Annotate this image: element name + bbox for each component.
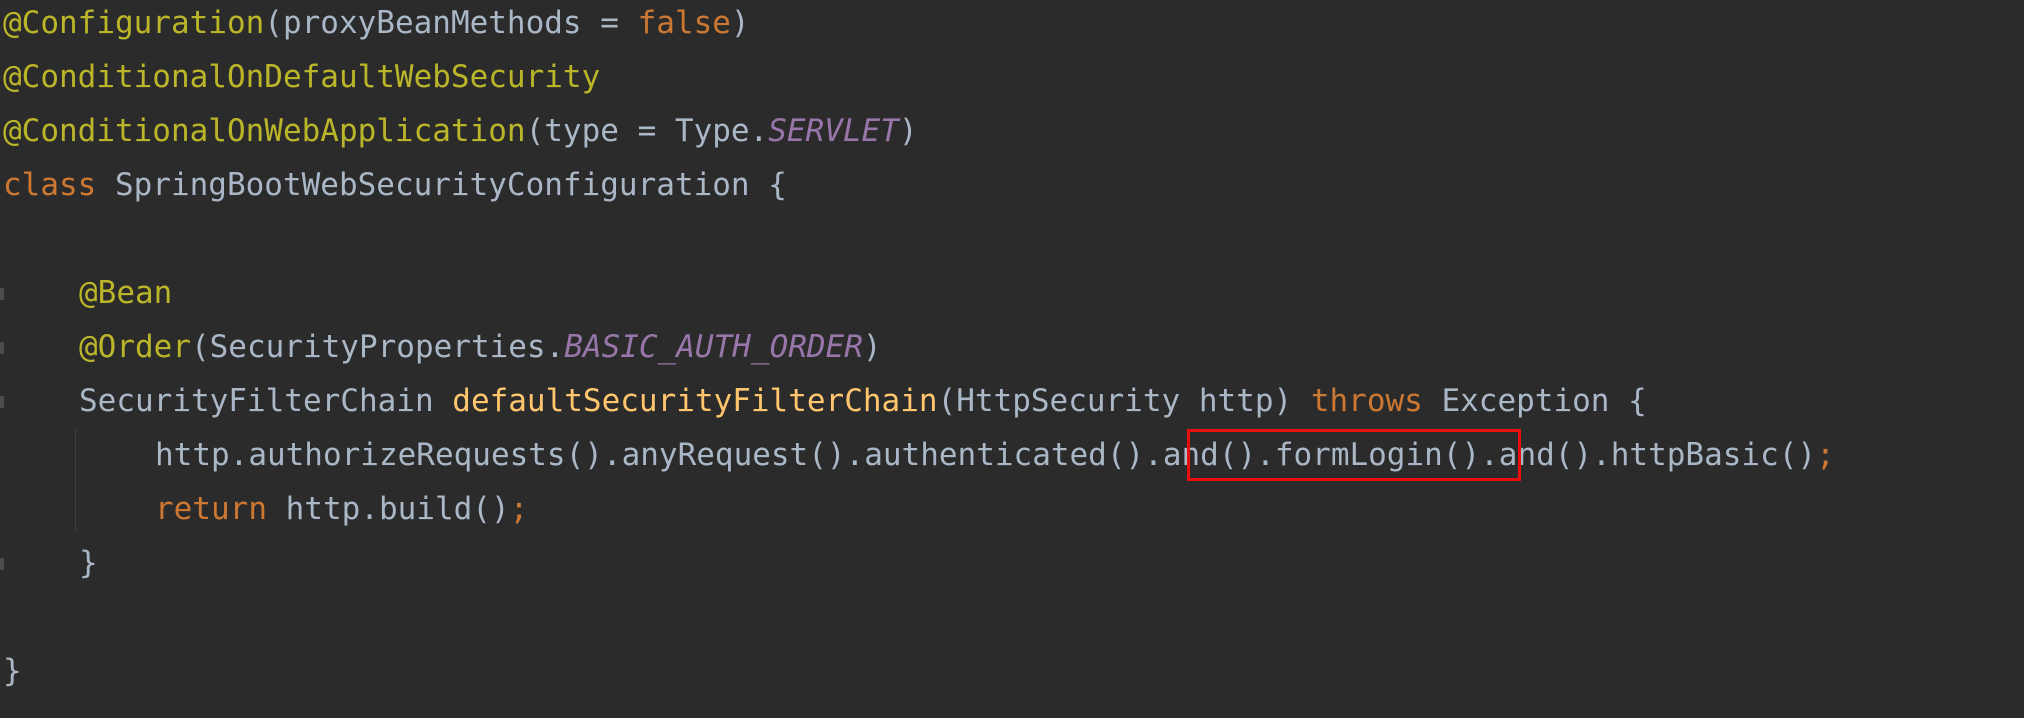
paren-token: ( <box>264 5 283 41</box>
constant-token: BASIC_AUTH_ORDER <box>564 329 863 365</box>
code-line-10[interactable]: return http.build(); <box>155 482 528 536</box>
args-token: (SecurityProperties. <box>190 329 565 365</box>
code-line-7[interactable]: @Order(SecurityProperties.BASIC_AUTH_ORD… <box>79 320 882 374</box>
params-token: (HttpSecurity http) <box>937 383 1311 419</box>
args-token: (type = Type. <box>525 113 769 149</box>
brace-token: } <box>79 545 98 581</box>
code-line-13[interactable]: } <box>3 644 22 698</box>
annotation-token: @Bean <box>79 275 173 311</box>
paren-token: ) <box>730 5 750 41</box>
return-expression-token: http.build() <box>266 491 510 527</box>
param-token: proxyBeanMethods = <box>282 5 638 41</box>
fold-marker[interactable] <box>0 288 4 300</box>
constant-token: SERVLET <box>768 113 899 149</box>
keyword-token: throws <box>1310 383 1423 419</box>
code-line-11[interactable]: } <box>79 536 98 590</box>
paren-token: ) <box>898 113 918 149</box>
annotation-token: @Order <box>79 329 191 365</box>
class-declaration: SpringBootWebSecurityConfiguration { <box>96 167 787 203</box>
keyword-token: return <box>155 491 267 527</box>
fold-marker[interactable] <box>0 396 4 408</box>
code-line-2[interactable]: @ConditionalOnDefaultWebSecurity <box>3 50 600 104</box>
code-line-8[interactable]: SecurityFilterChain defaultSecurityFilte… <box>79 374 1647 428</box>
semicolon-token: ; <box>509 491 529 527</box>
code-line-1[interactable]: @Configuration(proxyBeanMethods = false) <box>3 0 750 50</box>
call-chain-token: http.authorizeRequests().anyRequest().au… <box>155 437 1163 473</box>
keyword-token: class <box>3 167 97 203</box>
code-line-6[interactable]: @Bean <box>79 266 172 320</box>
highlight-box <box>1187 429 1521 481</box>
semicolon-token: ; <box>1816 437 1835 473</box>
call-chain-token: .and().httpBasic() <box>1480 437 1817 473</box>
code-line-4[interactable]: class SpringBootWebSecurityConfiguration… <box>3 158 787 212</box>
annotation-token: @Configuration <box>3 5 265 41</box>
annotation-token: @ConditionalOnWebApplication <box>3 113 526 149</box>
brace-token: } <box>3 653 22 689</box>
fold-marker[interactable] <box>0 342 4 354</box>
exception-token: Exception { <box>1422 383 1647 419</box>
annotation-token: @ConditionalOnDefaultWebSecurity <box>3 59 601 95</box>
keyword-token: false <box>637 5 731 41</box>
code-editor[interactable]: @Configuration(proxyBeanMethods = false)… <box>0 0 2024 718</box>
paren-token: ) <box>862 329 882 365</box>
method-name-token: defaultSecurityFilterChain <box>452 383 938 419</box>
code-line-9[interactable]: http.authorizeRequests().anyRequest().au… <box>155 428 1835 482</box>
code-line-3[interactable]: @ConditionalOnWebApplication(type = Type… <box>3 104 918 158</box>
indent-guide <box>75 428 76 532</box>
fold-marker[interactable] <box>0 558 4 570</box>
type-token: SecurityFilterChain <box>79 383 453 419</box>
